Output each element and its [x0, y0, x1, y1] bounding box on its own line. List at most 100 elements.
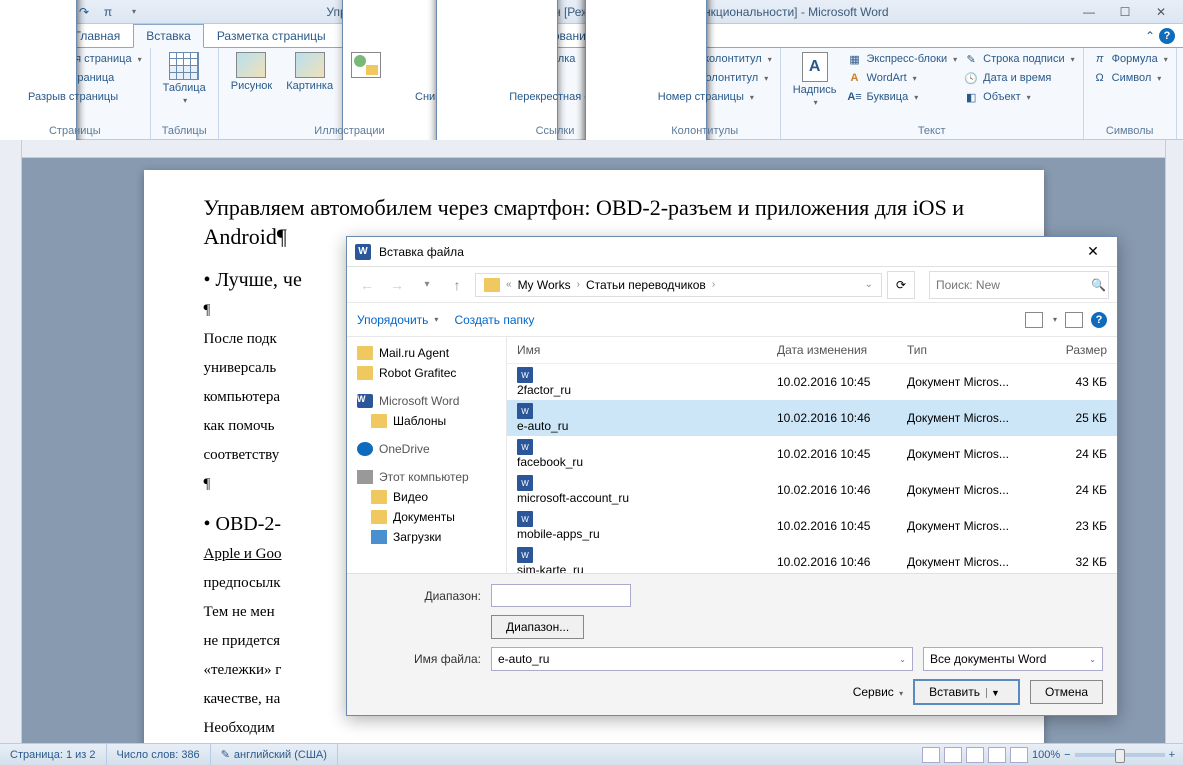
- cancel-button[interactable]: Отмена: [1030, 680, 1103, 704]
- close-icon[interactable]: ✕: [1147, 2, 1175, 22]
- dropcap-button[interactable]: A≡Буквица▾: [845, 88, 960, 106]
- quickparts-button[interactable]: ▦Экспресс-блоки▾: [845, 50, 960, 68]
- file-filter-combo[interactable]: Все документы Word⌄: [923, 647, 1103, 671]
- col-name[interactable]: Имя: [517, 343, 777, 357]
- range-button[interactable]: Диапазон...: [491, 615, 584, 639]
- signature-line-button[interactable]: ✎Строка подписи▾: [961, 50, 1076, 68]
- onedrive-icon: [357, 442, 373, 456]
- page-number-button[interactable]: Номер страницы▾: [636, 88, 774, 106]
- view-outline-icon[interactable]: [988, 747, 1006, 763]
- preview-pane-icon[interactable]: [1065, 312, 1083, 328]
- status-bar: Страница: 1 из 2 Число слов: 386 ✎англий…: [0, 743, 1183, 765]
- view-options-icon[interactable]: [1025, 312, 1043, 328]
- nav-mailru[interactable]: Mail.ru Agent: [351, 343, 502, 363]
- vertical-scrollbar[interactable]: [1165, 140, 1183, 743]
- new-folder-button[interactable]: Создать папку: [454, 313, 534, 327]
- col-date[interactable]: Дата изменения: [777, 343, 907, 357]
- tools-button[interactable]: Сервис ▾: [853, 685, 903, 699]
- vertical-ruler: [0, 140, 22, 743]
- help-icon[interactable]: ?: [1091, 312, 1107, 328]
- wordart-button[interactable]: AWordArt▾: [845, 69, 960, 87]
- word-doc-icon: W: [517, 475, 533, 491]
- forward-icon[interactable]: →: [385, 273, 409, 297]
- status-words[interactable]: Число слов: 386: [107, 744, 211, 765]
- nav-onedrive[interactable]: OneDrive: [351, 439, 502, 459]
- nav-video[interactable]: Видео: [351, 487, 502, 507]
- file-row[interactable]: Wsim-karte_ru10.02.2016 10:46Документ Mi…: [507, 544, 1117, 573]
- page-break-button[interactable]: Разрыв страницы: [6, 88, 144, 106]
- dialog-close-icon[interactable]: ✕: [1077, 240, 1109, 264]
- folder-icon: [484, 278, 500, 292]
- file-row[interactable]: Wmicrosoft-account_ru10.02.2016 10:46Док…: [507, 472, 1117, 508]
- dialog-bottom: Диапазон: Диапазон... Имя файла: e-auto_…: [347, 573, 1117, 715]
- word-doc-icon: W: [517, 511, 533, 527]
- breadcrumb[interactable]: « My Works› Статьи переводчиков› ⌄: [475, 273, 882, 297]
- filename-input[interactable]: e-auto_ru⌄: [491, 647, 913, 671]
- group-label: Таблицы: [157, 123, 212, 137]
- tab-insert[interactable]: Вставка: [133, 24, 204, 48]
- zoom-slider[interactable]: [1075, 753, 1165, 757]
- search-field[interactable]: [936, 278, 1091, 292]
- nav-thispc[interactable]: Этот компьютер: [351, 467, 502, 487]
- file-row[interactable]: We-auto_ru10.02.2016 10:46Документ Micro…: [507, 400, 1117, 436]
- datetime-button[interactable]: 🕓Дата и время: [961, 69, 1076, 87]
- zoom-in-icon[interactable]: +: [1169, 749, 1175, 761]
- view-draft-icon[interactable]: [1010, 747, 1028, 763]
- equation-button[interactable]: πФормула▾: [1090, 50, 1170, 68]
- range-input[interactable]: [491, 584, 631, 607]
- minimize-ribbon-icon[interactable]: ⌃: [1145, 29, 1155, 43]
- file-row[interactable]: Wmobile-apps_ru10.02.2016 10:45Документ …: [507, 508, 1117, 544]
- dialog-nav-bar: ← → ▾ ↑ « My Works› Статьи переводчиков›…: [347, 267, 1117, 303]
- nav-downloads[interactable]: Загрузки: [351, 527, 502, 547]
- table-button[interactable]: Таблица▾: [157, 50, 212, 107]
- view-fullscreen-icon[interactable]: [944, 747, 962, 763]
- nav-robot[interactable]: Robot Grafitec: [351, 363, 502, 383]
- equation-icon[interactable]: π: [98, 2, 118, 22]
- search-icon[interactable]: 🔍: [1091, 278, 1106, 292]
- dropcap-icon: A≡: [847, 89, 863, 105]
- nav-templates[interactable]: Шаблоны: [351, 411, 502, 431]
- refresh-icon[interactable]: ⟳: [887, 271, 915, 299]
- word-app-icon: W: [355, 244, 371, 260]
- zoom-out-icon[interactable]: −: [1064, 749, 1070, 761]
- back-icon[interactable]: ←: [355, 273, 379, 297]
- group-label: Символы: [1090, 123, 1170, 137]
- folder-icon: [357, 366, 373, 380]
- wordart-icon: A: [847, 70, 863, 86]
- object-button[interactable]: ◧Объект▾: [961, 88, 1076, 106]
- recent-icon[interactable]: ▾: [415, 273, 439, 297]
- redo-icon[interactable]: ↷: [74, 2, 94, 22]
- view-web-icon[interactable]: [966, 747, 984, 763]
- status-page[interactable]: Страница: 1 из 2: [0, 744, 107, 765]
- up-icon[interactable]: ↑: [445, 273, 469, 297]
- organize-button[interactable]: Упорядочить▾: [357, 313, 438, 327]
- folder-icon: [371, 414, 387, 428]
- file-row[interactable]: Wfacebook_ru10.02.2016 10:45Документ Mic…: [507, 436, 1117, 472]
- qat-customize-icon[interactable]: ▾: [124, 2, 144, 22]
- group-symbols: πФормула▾ ΩСимвол▾ Символы: [1084, 48, 1177, 139]
- nav-msword[interactable]: WMicrosoft Word: [351, 391, 502, 411]
- symbol-button[interactable]: ΩСимвол▾: [1090, 69, 1170, 87]
- status-language[interactable]: ✎английский (США): [211, 744, 338, 765]
- navigation-pane: Mail.ru Agent Robot Grafitec WMicrosoft …: [347, 337, 507, 573]
- search-input[interactable]: 🔍: [929, 271, 1109, 299]
- insert-button[interactable]: Вставить▼: [913, 679, 1020, 705]
- nav-documents[interactable]: Документы: [351, 507, 502, 527]
- clipart-button[interactable]: Картинка: [280, 50, 339, 94]
- col-size[interactable]: Размер: [1037, 343, 1107, 357]
- minimize-icon[interactable]: —: [1075, 2, 1103, 22]
- col-type[interactable]: Тип: [907, 343, 1037, 357]
- file-row[interactable]: W2factor_ru10.02.2016 10:45Документ Micr…: [507, 364, 1117, 400]
- textbox-button[interactable]: Надпись▾: [787, 50, 843, 109]
- group-text: Надпись▾ ▦Экспресс-блоки▾ AWordArt▾ A≡Бу…: [781, 48, 1084, 139]
- zoom-level[interactable]: 100%: [1032, 749, 1060, 761]
- help-icon[interactable]: ?: [1159, 28, 1175, 44]
- picture-button[interactable]: Рисунок: [225, 50, 279, 94]
- word-doc-icon: W: [517, 439, 533, 455]
- downloads-icon: [371, 530, 387, 544]
- group-label: Страницы: [6, 123, 144, 137]
- maximize-icon[interactable]: ☐: [1111, 2, 1139, 22]
- tab-page-layout[interactable]: Разметка страницы: [204, 24, 339, 47]
- view-print-layout-icon[interactable]: [922, 747, 940, 763]
- quickparts-icon: ▦: [847, 51, 863, 67]
